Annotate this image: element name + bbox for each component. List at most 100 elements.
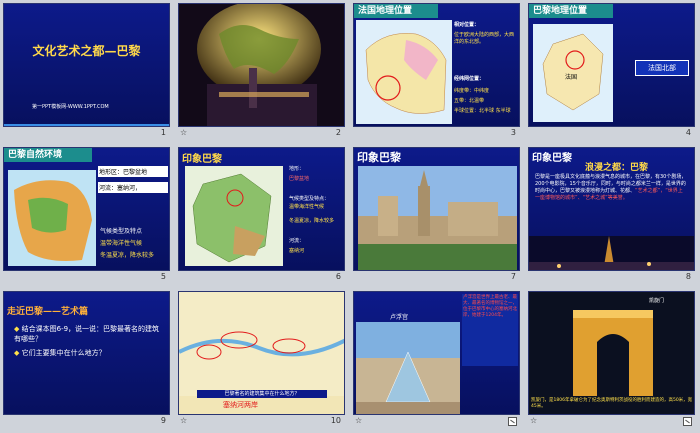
slide-title: 印象巴黎 (532, 153, 572, 164)
slide-11-bar: ☆ (353, 416, 520, 428)
terrain-value: 巴黎盆地 (289, 176, 310, 182)
slide-9[interactable]: 走近巴黎——艺术篇 ◆ 结合课本图6-9，说一说：巴黎最著名的建筑有哪些？ ◆ … (3, 291, 170, 415)
subtitle: 浪漫之都：巴黎 (585, 163, 649, 173)
slide-5-bar: 5 (3, 272, 170, 284)
slide-number: 4 (685, 128, 691, 137)
slide-12-bar: ☆ (528, 416, 695, 428)
caption: 塞纳河两岸 (223, 401, 258, 409)
question-1: ◆ 结合课本图6-9，说一说：巴黎最著名的建筑有哪些？ (14, 324, 164, 344)
france-map (533, 24, 613, 122)
slide-thumb-3[interactable]: 法国地理位置 相对位置： 位于欧洲大陆的西部，大西洋的东北部。 经纬网位置： 纬… (350, 0, 525, 144)
slide-number: 6 (335, 272, 341, 281)
rel-label: 相对位置： (454, 22, 480, 28)
slide-title: 法国地理位置 (354, 4, 438, 18)
terrain-text: 地形区：巴黎盆地 (99, 169, 148, 176)
slide-thumb-10[interactable]: 巴黎著名的建筑集中在什么地方？ 塞纳河两岸 ☆ 10 (175, 288, 350, 432)
slide-6-bar: 6 (178, 272, 345, 284)
slide-thumb-6[interactable]: 印象巴黎 地形： 巴黎盆地 气候类型及特点： 温带海洋性气候 冬温夏凉，降水较多… (175, 144, 350, 288)
location-box: 法国北部 (635, 60, 689, 76)
slide-title: 巴黎自然环境 (4, 148, 92, 162)
europe-map (356, 20, 452, 124)
louvre-photo (356, 322, 460, 414)
star-icon[interactable]: ☆ (180, 128, 187, 137)
bullet-icon: ◆ (14, 325, 22, 333)
slide-9-bar: 9 (3, 416, 170, 428)
slide-number: 5 (160, 272, 166, 281)
slide-8[interactable]: 印象巴黎 浪漫之都：巴黎 巴黎是一座极具文化底蕴与浪漫气息的城市，在巴黎，有30… (528, 147, 695, 271)
slide-thumb-9[interactable]: 走近巴黎——艺术篇 ◆ 结合课本图6-9，说一说：巴黎最著名的建筑有哪些？ ◆ … (0, 288, 175, 432)
slide-thumb-7[interactable]: 印象巴黎 7 (350, 144, 525, 288)
slide-5[interactable]: 巴黎自然环境 地形区：巴黎盆地 河流：塞纳河， 气候类型及特点 温带海洋性气候 … (3, 147, 170, 271)
zone-text: 五带：北温带 (454, 98, 485, 104)
slide-8-bar: 8 (528, 272, 695, 284)
question-1-text: 结合课本图6-9，说一说：巴黎最著名的建筑有哪些？ (14, 325, 160, 343)
river-label: 河流： (289, 238, 305, 244)
slide-thumb-12[interactable]: 凯旋门 凯旋门，是1806年拿破仑为了纪念奥斯特利茨战役的胜利而建造的，高50米… (525, 288, 700, 432)
globe-image (179, 4, 344, 126)
climate-label: 气候类型及特点： (289, 196, 330, 202)
footer-text: 第一PPT模板网-WWW.1PPT.COM (32, 104, 109, 110)
terrain-box: 地形区：巴黎盆地 (98, 166, 168, 177)
climate-text: 温带海洋性气候 (100, 240, 143, 247)
slide-7-bar: 7 (353, 272, 520, 284)
lat-text: 纬度带：中纬度 (454, 88, 490, 94)
slide-7[interactable]: 印象巴黎 (353, 147, 520, 271)
photo-label: 凯旋门 (649, 298, 665, 304)
star-icon[interactable]: ☆ (355, 416, 362, 425)
slide-thumb-5[interactable]: 巴黎自然环境 地形区：巴黎盆地 河流：塞纳河， 气候类型及特点 温带海洋性气候 … (0, 144, 175, 288)
slide-11[interactable]: 卢浮宫 卢浮宫是世界上最古老、最大、最著名的博物馆之一，位于巴黎市中心的塞纳河北… (353, 291, 520, 415)
photo-label: 卢浮宫 (390, 314, 409, 321)
slide-number: 9 (160, 416, 166, 425)
slide-12[interactable]: 凯旋门 凯旋门，是1806年拿破仑为了纪念奥斯特利茨战役的胜利而建造的，高50米… (528, 291, 695, 415)
slide-4[interactable]: 巴黎地理位置 法国 法国北部 (528, 3, 695, 127)
slide-6[interactable]: 印象巴黎 地形： 巴黎盆地 气候类型及特点： 温带海洋性气候 冬温夏凉，降水较多… (178, 147, 345, 271)
footer-line (4, 124, 169, 126)
question-2-text: 它们主要集中在什么地方？ (21, 349, 106, 357)
slide-thumb-1[interactable]: 文化艺术之都—巴黎 第一PPT模板网-WWW.1PPT.COM 1 (0, 0, 175, 144)
question-2: ◆ 它们主要集中在什么地方？ (14, 348, 164, 358)
river-text: 河流：塞纳河， (99, 185, 142, 192)
slide-title: 巴黎地理位置 (529, 4, 613, 18)
climate-desc: 冬温夏凉，降水较多 (289, 218, 335, 224)
slide-10[interactable]: 巴黎著名的建筑集中在什么地方？ 塞纳河两岸 (178, 291, 345, 415)
slide-title: 文化艺术之都—巴黎 (32, 44, 141, 58)
river-value: 塞纳河 (289, 248, 305, 254)
slide-4-bar: 4 (528, 128, 695, 140)
river-box: 河流：塞纳河， (98, 182, 168, 193)
map-question: 巴黎著名的建筑集中在什么地方？ (197, 390, 327, 398)
slide-3[interactable]: 法国地理位置 相对位置： 位于欧洲大陆的西部，大西洋的东北部。 经纬网位置： 纬… (353, 3, 520, 127)
slide-2[interactable] (178, 3, 345, 127)
relief-map (185, 166, 283, 266)
slide-3-bar: 3 (353, 128, 520, 140)
slide-thumb-11[interactable]: 卢浮宫 卢浮宫是世界上最古老、最大、最著名的博物馆之一，位于巴黎市中心的塞纳河北… (350, 288, 525, 432)
arch-photo (529, 292, 694, 398)
star-icon[interactable]: ☆ (530, 416, 537, 425)
caption: 凯旋门，是1806年拿破仑为了纪念奥斯特利茨战役的胜利而建造的，高50米，宽45… (531, 398, 693, 409)
slide-title: 走近巴黎——艺术篇 (7, 307, 89, 317)
slide-thumb-2[interactable]: ☆ 2 (175, 0, 350, 144)
slide-title: 印象巴黎 (357, 151, 401, 164)
slide-number: 3 (510, 128, 516, 137)
transition-icon[interactable] (683, 417, 692, 426)
climate-head: 气候类型及特点 (100, 228, 143, 235)
slide-thumb-8[interactable]: 印象巴黎 浪漫之都：巴黎 巴黎是一座极具文化底蕴与浪漫气息的城市，在巴黎，有30… (525, 144, 700, 288)
climate-map (8, 170, 96, 266)
slide-title: 印象巴黎 (182, 154, 222, 165)
map-label: 法国 (565, 74, 578, 81)
slide-number: 2 (335, 128, 341, 137)
night-skyline (529, 236, 694, 270)
city-map (179, 292, 344, 396)
star-icon[interactable]: ☆ (180, 416, 187, 425)
slide-2-bar: ☆ 2 (178, 128, 345, 140)
bullet-icon: ◆ (14, 349, 22, 357)
grid-label: 经纬网位置： (454, 76, 485, 82)
city-photo (358, 166, 517, 270)
slide-number: 10 (330, 416, 341, 425)
slide-thumb-4[interactable]: 巴黎地理位置 法国 法国北部 4 (525, 0, 700, 144)
slide-sorter-grid: 文化艺术之都—巴黎 第一PPT模板网-WWW.1PPT.COM 1 ☆ 2 法国… (0, 0, 700, 433)
slide-number: 1 (160, 128, 166, 137)
info-box: 卢浮宫是世界上最古老、最大、最著名的博物馆之一，位于巴黎市中心的塞纳河北岸，始建… (462, 294, 518, 366)
slide-1[interactable]: 文化艺术之都—巴黎 第一PPT模板网-WWW.1PPT.COM (3, 3, 170, 127)
climate-value: 温带海洋性气候 (289, 204, 325, 210)
transition-icon[interactable] (508, 417, 517, 426)
